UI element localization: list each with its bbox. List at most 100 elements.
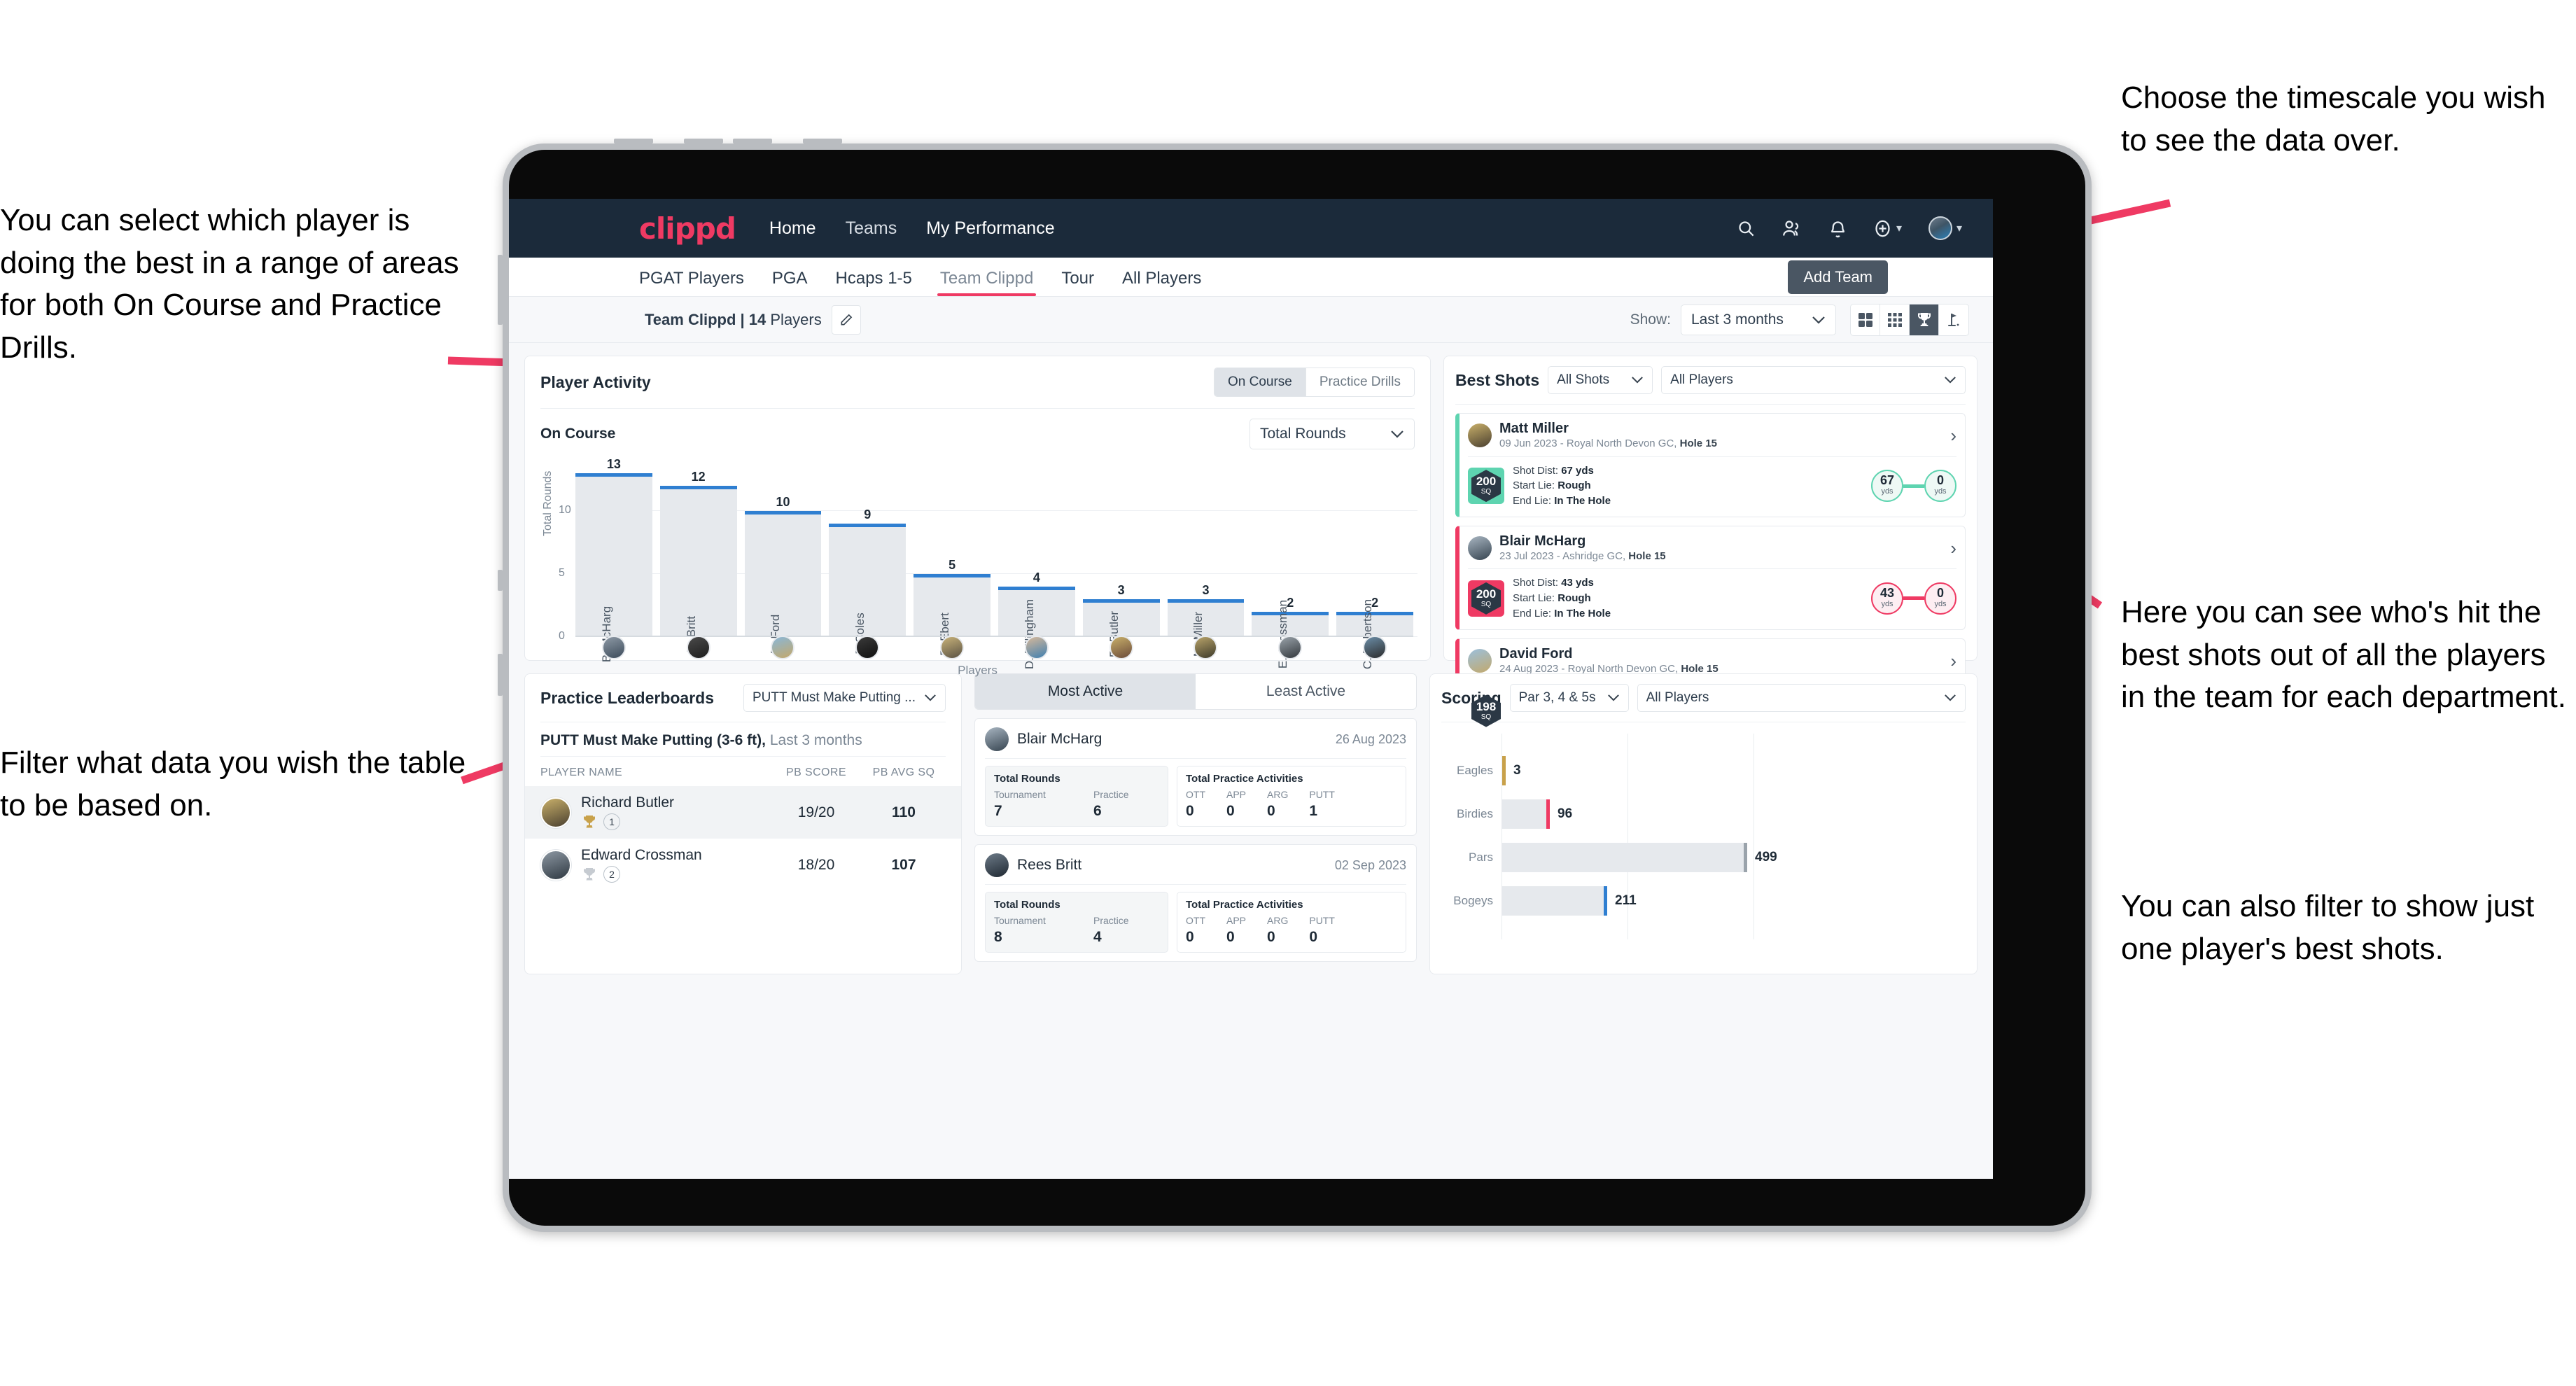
avatar[interactable]	[1194, 636, 1218, 659]
avatar[interactable]	[1109, 636, 1133, 659]
avatar[interactable]	[1278, 636, 1303, 659]
view-toggle-trophy[interactable]	[1910, 304, 1939, 335]
nav-link-teams[interactable]: Teams	[846, 218, 897, 239]
shot-details: Shot Dist: 67 yds Start Lie: Rough End L…	[1513, 464, 1611, 507]
activity-card[interactable]: Rees Britt 02 Sep 2023 Total Rounds Tour…	[974, 844, 1417, 962]
scoring-row: Eagles 3	[1444, 749, 1963, 792]
column-pb-score: PB SCORE	[786, 766, 846, 778]
scoring-row: Birdies 96	[1444, 792, 1963, 836]
avatar[interactable]	[1024, 636, 1049, 659]
shot-to-value: 0	[1936, 586, 1944, 601]
team-title: Team Clippd | 14 Players	[645, 311, 822, 329]
y-tick-10: 10	[559, 504, 571, 516]
shot-to-unit: yds	[1934, 600, 1947, 609]
tab-all-players[interactable]: All Players	[1122, 269, 1201, 296]
y-tick-0: 0	[559, 630, 565, 642]
avatar[interactable]	[686, 636, 710, 659]
top-navigation-bar: clippd Home Teams My Performance ▾ ▾	[509, 199, 1993, 258]
nav-link-my-performance[interactable]: My Performance	[926, 218, 1054, 239]
shot-filter-value: All Shots	[1557, 372, 1610, 387]
scoring-player-filter-value: All Players	[1646, 690, 1709, 705]
table-row[interactable]: Richard Butler 1 19/20 110	[525, 786, 961, 839]
player-activity-bar-chart: Total Rounds 0 5 10 13 B. McHarg 12 R. Bri…	[538, 452, 1418, 677]
chevron-right-icon[interactable]: ›	[1950, 652, 1956, 670]
scoring-player-filter[interactable]: All Players	[1637, 684, 1966, 712]
column-player-name: PLAYER NAME	[540, 766, 623, 778]
label-putt: PUTT	[1309, 789, 1335, 800]
avatar[interactable]	[771, 636, 795, 659]
tab-pga[interactable]: PGA	[772, 269, 808, 296]
segment-practice-drills[interactable]: Practice Drills	[1306, 368, 1414, 396]
best-shot-player-name: David Ford	[1499, 645, 1573, 662]
view-toggle-grid-2x2[interactable]	[1851, 304, 1880, 335]
tab-pgat-players[interactable]: PGAT Players	[639, 269, 744, 296]
avatar[interactable]	[601, 636, 626, 659]
avatar[interactable]	[940, 636, 965, 659]
total-rounds-title: Total Rounds	[994, 899, 1060, 911]
segment-on-course[interactable]: On Course	[1214, 368, 1306, 396]
tab-most-active[interactable]: Most Active	[975, 674, 1196, 709]
value-arg: 0	[1267, 803, 1275, 819]
chevron-right-icon[interactable]: ›	[1950, 539, 1956, 557]
best-shot-card[interactable]: Matt Miller 09 Jun 2023 - Royal North De…	[1455, 413, 1966, 517]
label-tournament: Tournament	[994, 915, 1046, 926]
scoring-par-filter[interactable]: Par 3, 4 & 5s	[1509, 684, 1629, 712]
drill-select-value: PUTT Must Make Putting ...	[752, 690, 916, 705]
player-activity-metric-select[interactable]: Total Rounds	[1250, 419, 1415, 449]
best-shots-title: Best Shots	[1455, 370, 1540, 389]
value-putt: 0	[1309, 929, 1318, 945]
clippd-logo[interactable]: clippd	[639, 211, 736, 246]
value-ott: 0	[1186, 803, 1194, 819]
search-icon[interactable]	[1737, 219, 1756, 238]
tab-team-clippd[interactable]: Team Clippd	[937, 269, 1037, 296]
bar-column: 9 J. Coles	[829, 472, 906, 656]
view-toggle-grid-3x3[interactable]	[1880, 304, 1910, 335]
player-filter-value: All Players	[1670, 372, 1733, 387]
label-practice: Practice	[1093, 915, 1129, 926]
avatar[interactable]: ▾	[1928, 216, 1962, 240]
total-rounds-box: Total Rounds Tournament 7 Practice 6	[985, 766, 1168, 827]
shot-to-value: 0	[1936, 473, 1944, 488]
best-shots-player-filter[interactable]: All Players	[1661, 366, 1966, 394]
avatar	[1468, 424, 1492, 448]
scoring-value: 499	[1755, 850, 1777, 864]
plus-circle-icon[interactable]: ▾	[1873, 219, 1902, 238]
avatar	[1468, 648, 1492, 673]
drill-select[interactable]: PUTT Must Make Putting ...	[743, 684, 946, 712]
people-icon[interactable]	[1782, 219, 1802, 238]
avatar[interactable]	[1363, 636, 1387, 659]
pb-score-value: 18/20	[797, 856, 835, 873]
total-practice-activities-box: Total Practice Activities OTT 0 APP 0 ARG 0…	[1177, 766, 1406, 827]
nav-link-home[interactable]: Home	[769, 218, 816, 239]
trophy-icon	[1917, 312, 1931, 326]
chevron-right-icon[interactable]: ›	[1950, 426, 1956, 444]
sq-value: 198	[1476, 699, 1497, 713]
device-port	[498, 570, 503, 591]
scoring-category-label: Bogeys	[1453, 894, 1493, 907]
total-rounds-title: Total Rounds	[994, 773, 1060, 785]
tab-tour[interactable]: Tour	[1061, 269, 1094, 296]
timescale-select[interactable]: Last 3 months	[1681, 304, 1836, 335]
avatar[interactable]	[855, 636, 880, 659]
bar-value: 2	[1287, 596, 1294, 610]
view-toggle-flag[interactable]	[1939, 304, 1968, 335]
best-shot-card[interactable]: Blair McHarg 23 Jul 2023 - Ashridge GC, …	[1455, 525, 1966, 630]
tab-hcaps-1-5[interactable]: Hcaps 1-5	[836, 269, 912, 296]
grid-2x2-icon	[1858, 312, 1872, 327]
chevron-down-icon	[1944, 372, 1956, 388]
table-row[interactable]: Edward Crossman 2 18/20 107	[525, 839, 961, 891]
bell-icon[interactable]	[1829, 219, 1847, 238]
annotation-right-bottom: You can also filter to show just one pla…	[2121, 889, 2535, 966]
avatar	[1468, 536, 1492, 560]
column-pb-avg-sq: PB AVG SQ	[872, 766, 935, 778]
activity-date: 02 Sep 2023	[1334, 858, 1406, 872]
tablet-frame: clippd Home Teams My Performance ▾ ▾ PGA…	[498, 139, 2092, 1232]
label-putt: PUTT	[1309, 915, 1335, 926]
value-ott: 0	[1186, 929, 1194, 945]
add-team-button[interactable]: Add Team	[1788, 260, 1888, 294]
edit-team-button[interactable]	[831, 304, 861, 335]
tab-least-active[interactable]: Least Active	[1196, 674, 1416, 709]
best-shots-shot-filter[interactable]: All Shots	[1548, 366, 1653, 394]
activity-card[interactable]: Blair McHarg 26 Aug 2023 Total Rounds To…	[974, 718, 1417, 836]
activity-tab-group: Most Active Least Active	[974, 673, 1417, 710]
